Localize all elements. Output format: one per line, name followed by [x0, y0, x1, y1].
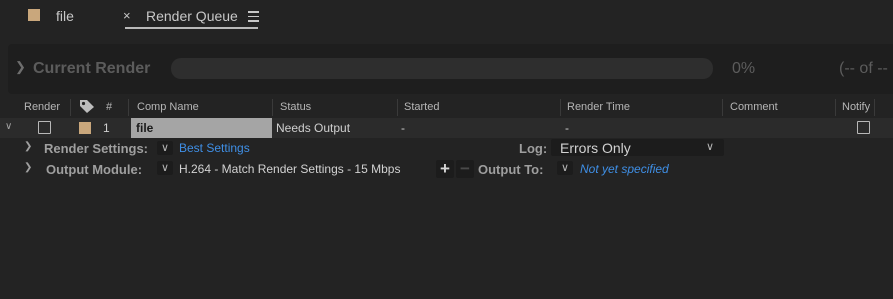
log-label: Log: — [519, 141, 548, 156]
output-to-label: Output To: — [478, 162, 544, 177]
item-label-swatch[interactable] — [79, 122, 91, 134]
tab-render-queue[interactable]: Render Queue — [146, 8, 238, 24]
column-notify[interactable]: Notify — [842, 97, 870, 118]
comp-name-cell[interactable]: file — [131, 118, 272, 138]
current-render-title: Current Render — [33, 60, 151, 77]
item-index: 1 — [103, 121, 110, 135]
render-settings-link[interactable]: Best Settings — [179, 141, 250, 155]
render-remaining: (-- of -- — [839, 60, 888, 77]
column-separator — [272, 99, 273, 116]
output-module-dropdown-icon[interactable]: ∨ — [157, 161, 173, 175]
started-cell: - — [401, 121, 405, 135]
queue-table-header: Render # Comp Name Status Started Render… — [0, 97, 893, 119]
column-separator — [874, 99, 875, 116]
column-separator — [397, 99, 398, 116]
chevron-right-icon[interactable]: ❯ — [24, 162, 32, 173]
output-module-value[interactable]: H.264 - Match Render Settings - 15 Mbps — [179, 162, 400, 176]
render-settings-dropdown-icon[interactable]: ∨ — [157, 141, 173, 155]
chevron-down-icon: ∨ — [706, 141, 715, 153]
column-comp-name[interactable]: Comp Name — [137, 97, 199, 118]
active-tab-indicator — [125, 27, 258, 29]
column-separator — [835, 99, 836, 116]
render-checkbox[interactable] — [38, 121, 51, 134]
column-separator — [128, 99, 129, 116]
column-render-time[interactable]: Render Time — [567, 97, 630, 118]
render-progress-bar — [171, 58, 713, 79]
column-separator — [560, 99, 561, 116]
composition-color-swatch — [28, 9, 40, 21]
column-comment[interactable]: Comment — [730, 97, 778, 118]
render-settings-label: Render Settings: — [44, 141, 149, 156]
output-to-link[interactable]: Not yet specified — [580, 162, 669, 176]
output-module-label: Output Module: — [46, 162, 143, 177]
log-dropdown-value: Errors Only — [560, 140, 631, 156]
current-render-panel: ❯ Current Render 0% (-- of -- — [8, 44, 893, 94]
chevron-down-icon[interactable]: ∨ — [5, 121, 12, 132]
column-started[interactable]: Started — [404, 97, 439, 118]
chevron-right-icon[interactable]: ❯ — [15, 59, 26, 75]
chevron-right-icon[interactable]: ❯ — [24, 141, 32, 152]
column-render[interactable]: Render — [24, 97, 60, 118]
log-dropdown[interactable]: Errors Only ∨ — [551, 139, 724, 156]
plus-icon[interactable]: + — [436, 160, 454, 178]
hamburger-menu-icon[interactable] — [248, 11, 259, 25]
minus-icon: − — [456, 160, 474, 178]
column-number[interactable]: # — [106, 97, 112, 118]
column-separator — [722, 99, 723, 116]
tab-file[interactable]: file — [56, 8, 74, 24]
output-to-dropdown-icon[interactable]: ∨ — [557, 161, 573, 175]
label-tag-icon[interactable] — [79, 99, 95, 117]
queue-item-row[interactable]: ∨ 1 file Needs Output - - — [0, 118, 893, 138]
column-separator — [70, 99, 71, 116]
column-status[interactable]: Status — [280, 97, 311, 118]
notify-checkbox[interactable] — [857, 121, 870, 134]
render-time-cell: - — [565, 121, 569, 135]
render-percent: 0% — [732, 60, 756, 77]
status-cell: Needs Output — [276, 121, 351, 135]
close-tab-icon[interactable]: × — [123, 8, 131, 23]
panel-tab-bar: file × Render Queue — [0, 0, 893, 34]
